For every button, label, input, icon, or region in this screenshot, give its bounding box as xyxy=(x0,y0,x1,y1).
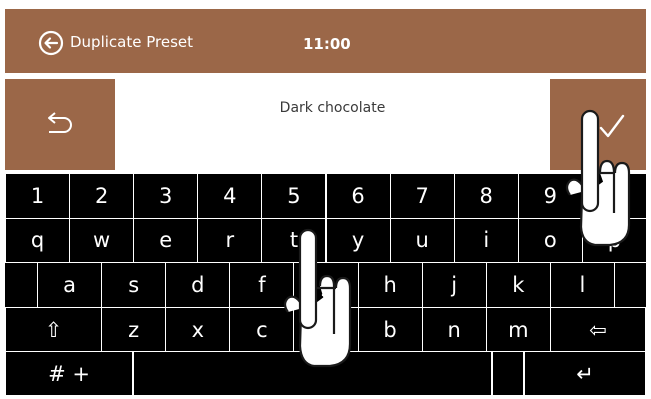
key-6[interactable]: 6 xyxy=(325,173,391,219)
clock-time: 11:00 xyxy=(303,35,351,53)
key-5[interactable]: 5 xyxy=(261,173,327,219)
key-q[interactable]: q xyxy=(5,217,71,264)
key-7[interactable]: 7 xyxy=(389,173,455,219)
circle-arrow-left-icon[interactable] xyxy=(38,30,64,56)
preset-name-input[interactable]: Dark chocolate xyxy=(118,79,547,170)
shift-key[interactable]: ⇧ xyxy=(5,306,103,353)
page-title: Duplicate Preset xyxy=(70,33,194,51)
tap-hand-icon xyxy=(283,228,352,368)
key-n[interactable]: n xyxy=(421,306,487,353)
tap-hand-icon xyxy=(565,109,631,247)
key-d[interactable]: d xyxy=(165,262,231,308)
undo-button[interactable] xyxy=(5,79,115,170)
key-a[interactable]: a xyxy=(37,262,103,308)
enter-key[interactable]: ↵ xyxy=(524,351,646,396)
symbols-key[interactable]: # + xyxy=(5,351,134,396)
key-w[interactable]: w xyxy=(69,217,135,264)
header-bar: Duplicate Preset 11:00 xyxy=(5,9,646,73)
key-i[interactable]: i xyxy=(453,217,519,264)
key-2[interactable]: 2 xyxy=(69,173,135,219)
input-value: Dark chocolate xyxy=(279,100,386,116)
key-8[interactable]: 8 xyxy=(453,173,519,219)
key-1[interactable]: 1 xyxy=(5,173,71,219)
key-u[interactable]: u xyxy=(389,217,455,264)
spare-key[interactable] xyxy=(492,351,525,396)
key-4[interactable]: 4 xyxy=(197,173,263,219)
key-z[interactable]: z xyxy=(101,306,167,353)
key-k[interactable]: k xyxy=(485,262,551,308)
key-e[interactable]: e xyxy=(133,217,199,264)
backspace-key[interactable]: ⇦ xyxy=(549,306,646,353)
key-j[interactable]: j xyxy=(421,262,487,308)
key-l[interactable]: l xyxy=(549,262,615,308)
key-m[interactable]: m xyxy=(485,306,551,353)
key-x[interactable]: x xyxy=(165,306,231,353)
key-r[interactable]: r xyxy=(197,217,263,264)
key-s[interactable]: s xyxy=(101,262,167,308)
undo-icon xyxy=(48,112,72,133)
key-3[interactable]: 3 xyxy=(133,173,199,219)
